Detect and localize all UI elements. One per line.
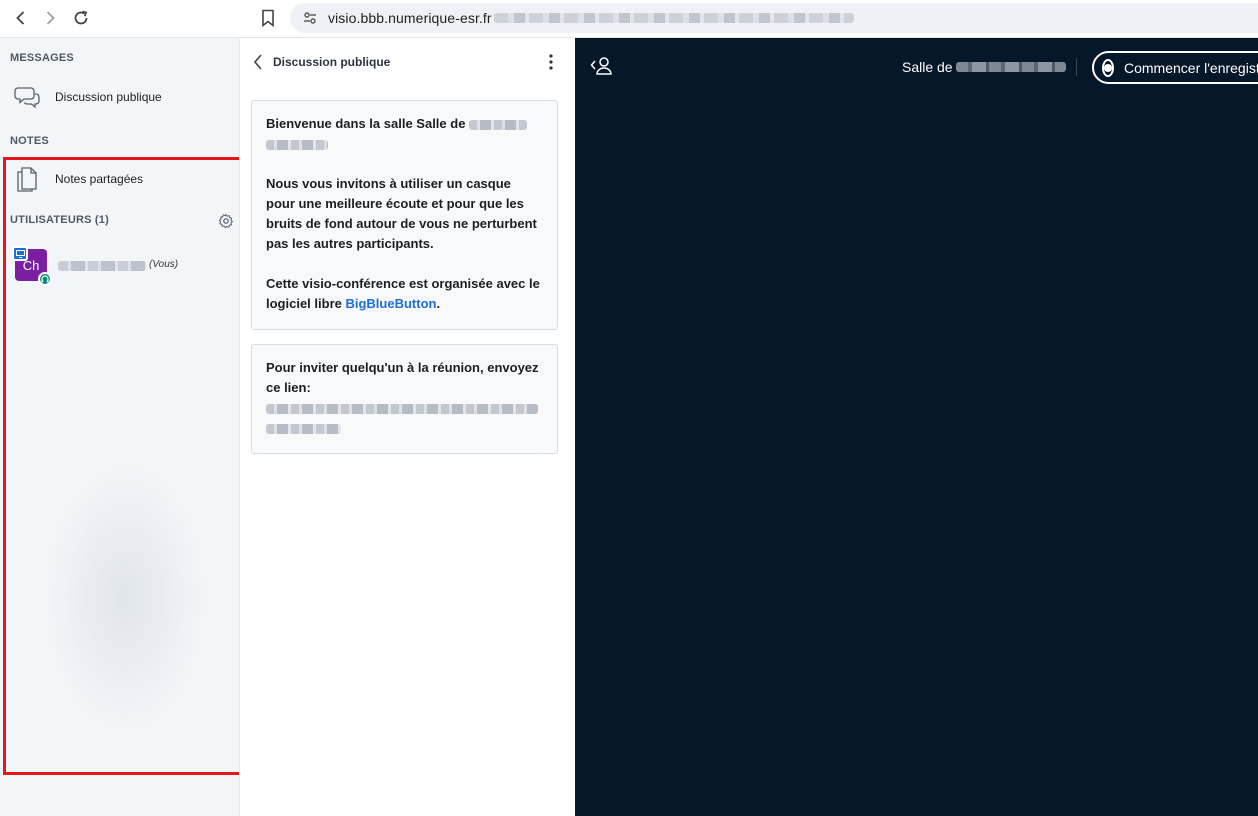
site-info-icon[interactable]: [300, 8, 320, 28]
users-section-title: UTILISATEURS (1): [10, 214, 109, 226]
bigbluebutton-link[interactable]: BigBlueButton: [345, 296, 436, 311]
start-recording-button[interactable]: Commencer l'enregistrement: [1092, 51, 1258, 84]
more-options-icon[interactable]: [542, 51, 560, 73]
bookmark-button[interactable]: [256, 5, 280, 31]
chat-title: Discussion publique: [273, 55, 391, 69]
software-suffix: .: [436, 296, 441, 311]
public-chat-panel: Discussion publique Bienvenue dans la sa…: [239, 38, 575, 816]
back-button[interactable]: [7, 4, 35, 32]
chat-header: Discussion publique: [240, 38, 576, 86]
welcome-intro-text: Bienvenue dans la salle: [266, 116, 417, 131]
sidebar-item-label: Discussion publique: [55, 90, 162, 104]
url-host: visio.bbb.numerique-esr.fr: [328, 10, 492, 26]
reload-button[interactable]: [67, 4, 95, 32]
arrow-left-icon: [16, 11, 25, 25]
welcome-room-label: Salle de: [416, 116, 466, 131]
welcome-message: Bienvenue dans la salle Salle de Nous vo…: [251, 100, 558, 330]
messages-section-title: MESSAGES: [10, 52, 74, 64]
invite-link-redacted[interactable]: [266, 403, 538, 414]
you-label: (Vous): [149, 259, 179, 270]
presenter-icon: [12, 246, 28, 261]
background-blur: [40, 458, 210, 738]
software-info: Cette visio-conférence est organisée ave…: [266, 274, 543, 314]
headset-advice: Nous vous invitons à utiliser un casque …: [266, 176, 537, 251]
browser-toolbar: visio.bbb.numerique-esr.fr: [0, 0, 1258, 38]
room-title-prefix: Salle de: [902, 59, 953, 75]
room-title: Salle de: [902, 59, 1066, 75]
headphones-icon: [38, 272, 52, 286]
record-label: Commencer l'enregistrement: [1124, 59, 1258, 76]
chevron-left-icon[interactable]: [250, 52, 266, 72]
document-icon: [12, 164, 42, 194]
url-path-redacted: [493, 13, 854, 23]
record-icon: [1102, 58, 1114, 77]
owner-name-redacted: [469, 119, 528, 130]
sidebar-item-public-chat[interactable]: Discussion publique: [12, 80, 234, 114]
sidebar-item-shared-notes[interactable]: Notes partagées: [12, 162, 234, 196]
presentation-area: Salle de Commencer l'enregistrement: [575, 38, 1258, 816]
user-name-redacted: [58, 261, 146, 271]
chat-bubbles-icon: [12, 82, 42, 112]
owner-name-redacted: [266, 139, 328, 150]
navigation-sidebar: MESSAGES Discussion publique NOTES Notes…: [0, 38, 239, 816]
forward-button[interactable]: [36, 4, 64, 32]
owner-name-redacted: [955, 62, 1066, 72]
arrow-right-icon: [46, 11, 55, 25]
invite-link-redacted[interactable]: [266, 423, 341, 434]
notes-section-title: NOTES: [10, 135, 49, 147]
gear-icon[interactable]: [218, 213, 234, 229]
sidebar-item-label: Notes partagées: [55, 172, 144, 186]
invite-message: Pour inviter quelqu'un à la réunion, env…: [251, 344, 558, 454]
reload-icon: [74, 10, 88, 25]
address-bar[interactable]: visio.bbb.numerique-esr.fr: [290, 3, 1258, 33]
divider: [1076, 58, 1077, 76]
welcome-intro: Bienvenue dans la salle Salle de: [266, 114, 543, 154]
bookmark-icon: [262, 9, 274, 27]
toggle-user-list-icon[interactable]: [589, 55, 613, 77]
invite-text: Pour inviter quelqu'un à la réunion, env…: [266, 360, 539, 395]
user-list-item[interactable]: Ch (Vous): [12, 246, 234, 286]
